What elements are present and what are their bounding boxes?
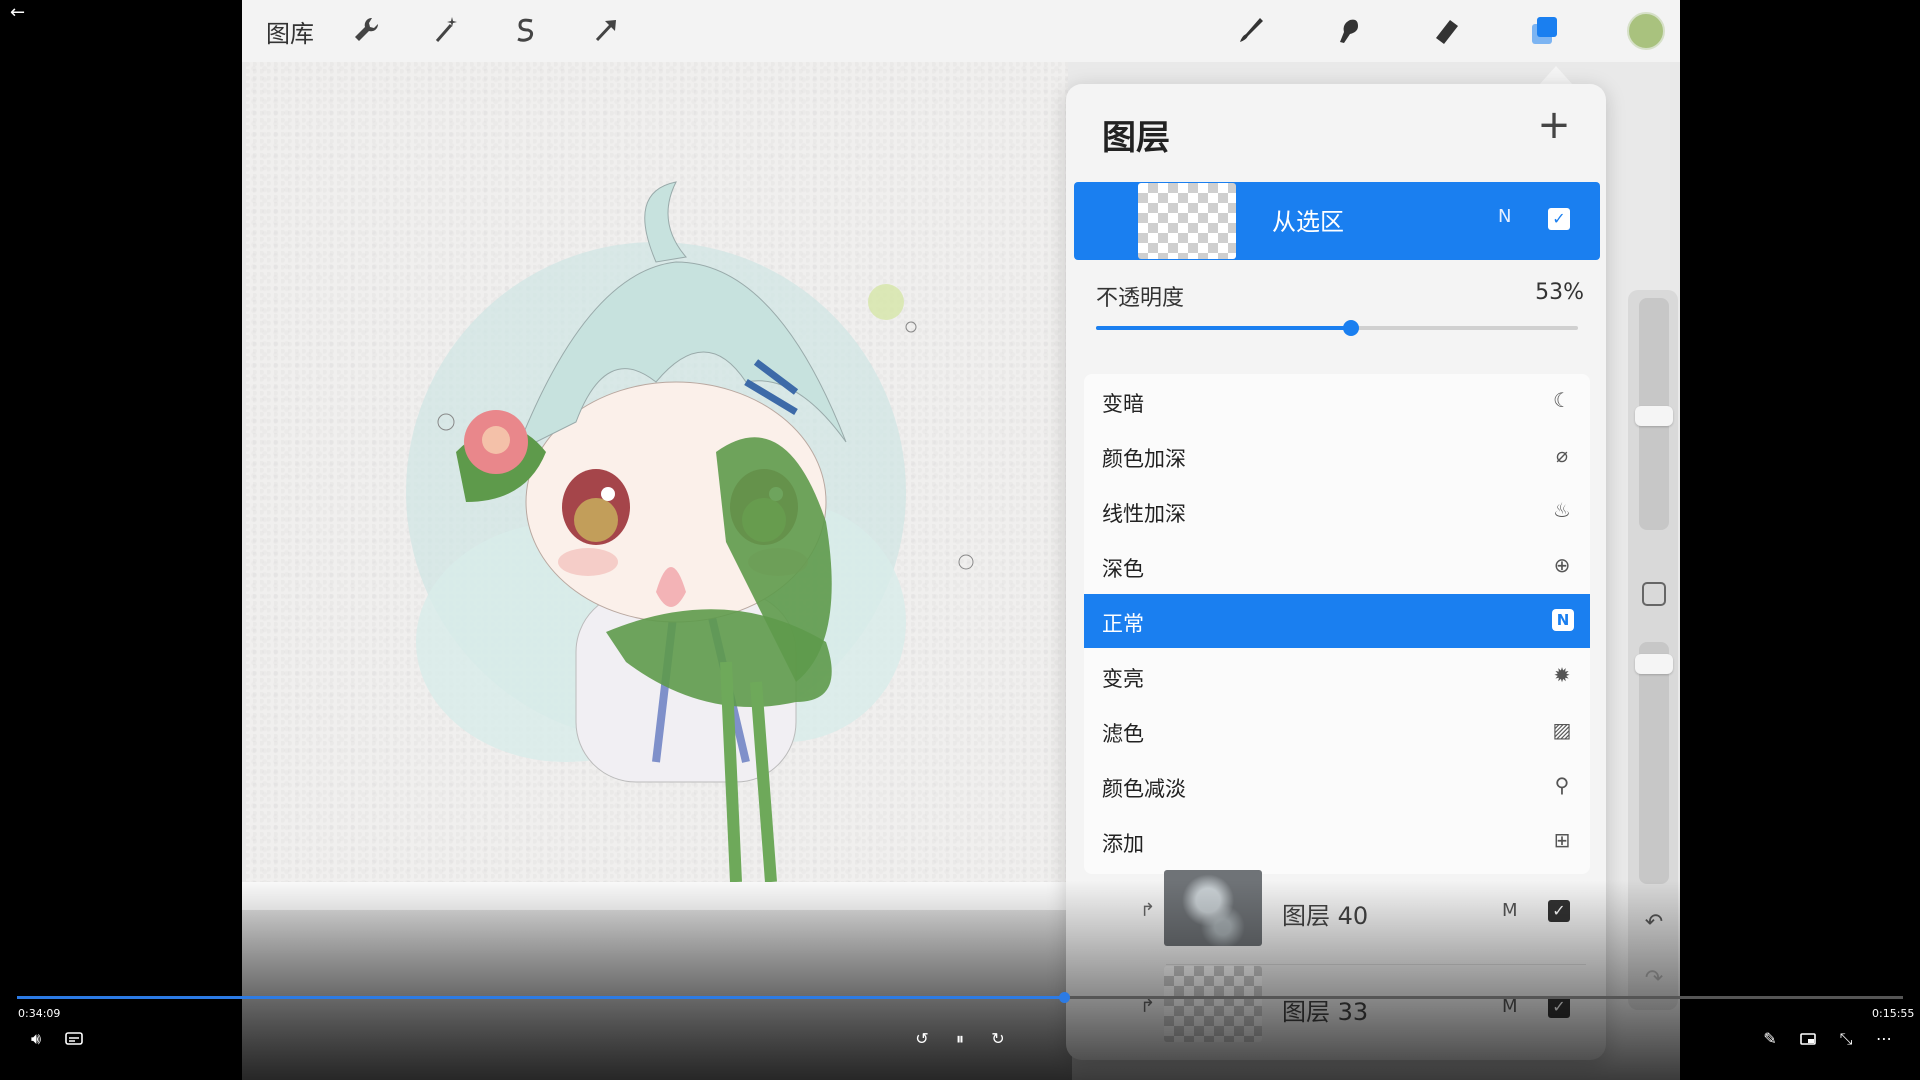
blend-mode-item[interactable]: 颜色减淡 ⚲ bbox=[1084, 759, 1590, 813]
blend-mode-item[interactable]: 变暗 ☾ bbox=[1084, 374, 1590, 428]
layer-thumbnail bbox=[1138, 183, 1236, 259]
blend-mode-label: 变亮 bbox=[1102, 667, 1144, 691]
wrench-icon[interactable] bbox=[348, 12, 384, 48]
side-slider-bar: ↶ ↷ bbox=[1628, 290, 1678, 1010]
clipping-mask-icon: ↱ bbox=[1140, 996, 1156, 1017]
opacity-value: 53% bbox=[1535, 280, 1584, 305]
layers-panel: 图层 + 从选区 N ✓ 不透明度 53% 变暗 ☾ 颜色加深 ⌀ 线性加深 ♨ 深色 ⊕ 正常… bbox=[1066, 84, 1606, 1060]
blend-mode-item[interactable]: 正常 N bbox=[1084, 594, 1590, 648]
color-swatch[interactable] bbox=[1627, 12, 1665, 50]
top-toolbar: 图库 bbox=[242, 0, 1680, 62]
layer-row-33[interactable]: ↱ 图层 33 M ✓ bbox=[1074, 962, 1600, 1054]
pen-icon[interactable]: ✎ bbox=[1756, 1026, 1784, 1052]
blend-mode-label: 添加 bbox=[1102, 832, 1144, 856]
drop-slash-icon: ⌀ bbox=[1555, 443, 1569, 467]
cast-icon[interactable] bbox=[1794, 1026, 1822, 1052]
pause-icon[interactable]: ⏸︎ bbox=[946, 1026, 974, 1052]
plus-circle-icon: ⊕ bbox=[1553, 553, 1571, 577]
layer-blend-mode-button[interactable]: M bbox=[1502, 996, 1518, 1017]
brush-size-thumb[interactable] bbox=[1635, 406, 1673, 426]
blend-mode-label: 正常 bbox=[1102, 612, 1144, 636]
gallery-button[interactable]: 图库 bbox=[266, 14, 314, 49]
brush-icon[interactable] bbox=[1232, 12, 1268, 48]
layer-thumbnail bbox=[1164, 870, 1262, 946]
brush-opacity-slider[interactable] bbox=[1639, 642, 1669, 884]
moon-icon: ☾ bbox=[1553, 388, 1571, 412]
magic-wand-icon[interactable] bbox=[428, 12, 464, 48]
transform-arrow-icon[interactable] bbox=[588, 12, 624, 48]
blend-mode-label: 颜色减淡 bbox=[1102, 777, 1186, 801]
time-total: 0:15:55 bbox=[1872, 1007, 1915, 1020]
selection-s-icon[interactable] bbox=[508, 12, 544, 48]
video-progress-knob[interactable] bbox=[1058, 992, 1070, 1003]
blend-mode-item[interactable]: 变亮 ✹ bbox=[1084, 649, 1590, 703]
artwork-chibi-lotus-girl bbox=[406, 181, 974, 883]
opacity-label: 不透明度 bbox=[1096, 286, 1185, 311]
blend-mode-item[interactable]: 添加 ⊞ bbox=[1084, 814, 1590, 868]
layer-blend-mode-button[interactable]: M bbox=[1502, 900, 1518, 921]
volume-icon[interactable]: 🔊︎ bbox=[22, 1026, 50, 1052]
redo-icon[interactable]: ↷ bbox=[1640, 966, 1668, 994]
smudge-icon[interactable] bbox=[1330, 12, 1366, 48]
blend-mode-label: 颜色加深 bbox=[1102, 447, 1186, 471]
blend-mode-label: 滤色 bbox=[1102, 722, 1144, 746]
plus-square-icon: ⊞ bbox=[1553, 828, 1571, 852]
blend-mode-item[interactable]: 线性加深 ♨ bbox=[1084, 484, 1590, 538]
layer-visibility-checkbox[interactable]: ✓ bbox=[1548, 996, 1570, 1018]
exit-fullscreen-icon[interactable]: ⤡ bbox=[1832, 1026, 1860, 1052]
layers-icon[interactable] bbox=[1526, 12, 1562, 48]
canvas[interactable] bbox=[246, 62, 1068, 883]
blend-mode-item[interactable]: 深色 ⊕ bbox=[1084, 539, 1590, 593]
active-layer-row[interactable]: 从选区 N ✓ bbox=[1074, 182, 1600, 260]
layer-row-40[interactable]: ↱ 图层 40 M ✓ bbox=[1074, 866, 1600, 958]
opacity-slider-fill bbox=[1096, 326, 1352, 330]
time-elapsed: 0:34:09 bbox=[18, 1007, 61, 1020]
clipping-mask-icon: ↱ bbox=[1140, 900, 1156, 921]
layer-blend-mode-button[interactable]: N bbox=[1498, 206, 1511, 227]
blend-mode-item[interactable]: 滤色 ▨ bbox=[1084, 704, 1590, 758]
panel-title: 图层 bbox=[1102, 118, 1170, 158]
skip-back-10-icon[interactable]: ↺ bbox=[908, 1026, 936, 1052]
layer-thumbnail bbox=[1164, 966, 1262, 1042]
blend-mode-label: 线性加深 bbox=[1102, 502, 1186, 526]
eraser-icon[interactable] bbox=[1428, 12, 1464, 48]
layer-visibility-checkbox[interactable]: ✓ bbox=[1548, 900, 1570, 922]
layer-name: 图层 40 bbox=[1282, 902, 1369, 930]
layer-visibility-checkbox[interactable]: ✓ bbox=[1548, 208, 1570, 230]
layer-name: 从选区 bbox=[1272, 208, 1344, 236]
n-badge-icon: N bbox=[1552, 609, 1574, 631]
sun-icon: ✹ bbox=[1553, 663, 1571, 687]
undo-icon[interactable]: ↶ bbox=[1640, 910, 1668, 938]
subtitles-icon[interactable] bbox=[60, 1026, 88, 1052]
back-arrow-icon[interactable]: ← bbox=[10, 2, 25, 23]
skip-forward-30-icon[interactable]: ↻ bbox=[984, 1026, 1012, 1052]
opacity-slider[interactable] bbox=[1096, 320, 1578, 336]
panel-pointer bbox=[1538, 66, 1574, 86]
add-layer-button[interactable]: + bbox=[1534, 105, 1574, 146]
flame-icon: ♨ bbox=[1553, 498, 1571, 522]
more-options-icon[interactable]: ⋯ bbox=[1870, 1026, 1898, 1052]
opacity-slider-knob[interactable] bbox=[1343, 320, 1360, 336]
video-progress-fill bbox=[17, 996, 1064, 999]
canvas-background bbox=[242, 910, 1072, 1080]
blend-mode-list: 变暗 ☾ 颜色加深 ⌀ 线性加深 ♨ 深色 ⊕ 正常 N 变亮 ✹ 滤色 ▨ 颜色减淡 ⚲ 添加 ⊞ bbox=[1084, 374, 1590, 874]
blend-mode-label: 变暗 bbox=[1102, 392, 1144, 416]
video-progress-bar[interactable] bbox=[17, 992, 1903, 1003]
canvas-edge bbox=[242, 882, 1072, 910]
brush-opacity-thumb[interactable] bbox=[1635, 654, 1673, 674]
blend-mode-item[interactable]: 颜色加深 ⌀ bbox=[1084, 429, 1590, 483]
blend-mode-label: 深色 bbox=[1102, 557, 1144, 581]
modify-button[interactable] bbox=[1642, 582, 1666, 606]
pin-icon: ⚲ bbox=[1554, 773, 1570, 797]
hatch-icon: ▨ bbox=[1552, 718, 1572, 742]
